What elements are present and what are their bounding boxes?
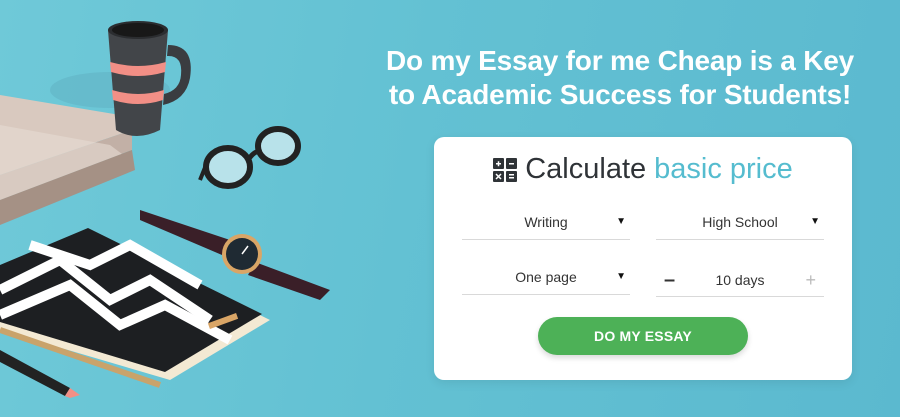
calculator-title-accent: basic price: [654, 153, 793, 185]
headline-line-1: Do my Essay for me Cheap is a Key: [385, 45, 855, 76]
calculator-title: Calculate basic price: [434, 153, 852, 186]
paper-type-select[interactable]: Writing ▼: [462, 204, 630, 240]
do-my-essay-button[interactable]: DO MY ESSAY: [538, 317, 748, 355]
plus-button[interactable]: +: [805, 271, 816, 289]
paper-type-value: Writing: [524, 213, 568, 230]
calculator-icon: [493, 157, 518, 182]
price-calculator-card: Calculate basic price Writing ▼ High Sch…: [434, 137, 852, 380]
headline-line-2: to Academic Success for Students!: [388, 79, 852, 110]
caret-down-icon: ▼: [616, 216, 626, 227]
pencil-illustration: [0, 350, 80, 398]
caret-down-icon: ▼: [616, 271, 626, 282]
desk-illustration: [0, 21, 330, 398]
eyeglasses-illustration: [198, 126, 301, 189]
deadline-stepper: – 10 days +: [656, 264, 824, 297]
calculator-title-main: Calculate: [525, 153, 647, 185]
pages-value: One page: [515, 268, 577, 285]
academic-level-value: High School: [702, 213, 778, 230]
laptop-illustration: [0, 95, 135, 225]
pages-select[interactable]: One page ▼: [462, 259, 630, 295]
academic-level-select[interactable]: High School ▼: [656, 204, 824, 240]
minus-button[interactable]: –: [664, 270, 675, 290]
hero-headline: Do my Essay for me Cheap is a Key to Aca…: [370, 44, 870, 112]
deadline-value: 10 days: [715, 272, 765, 288]
caret-down-icon: ▼: [810, 216, 820, 227]
